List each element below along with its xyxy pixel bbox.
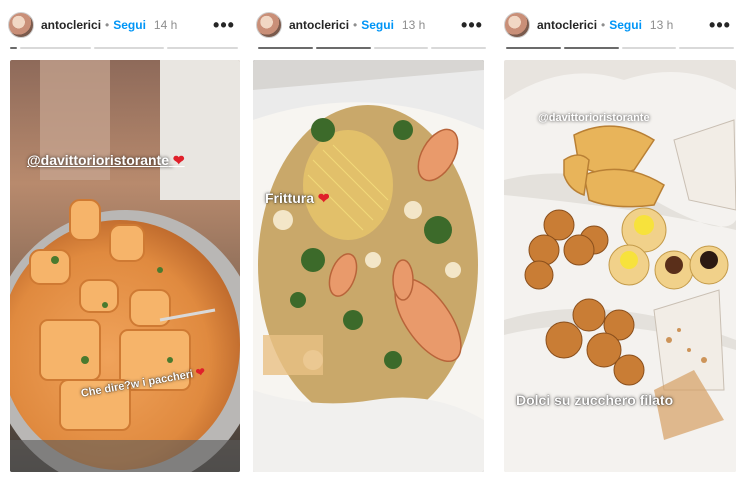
story-panel-3: antoclerici • Segui 13 h ••• @davittorio…: [496, 0, 740, 480]
timestamp: 13 h: [401, 18, 426, 32]
follow-button[interactable]: Segui: [609, 18, 642, 32]
more-options-icon[interactable]: •••: [212, 13, 236, 37]
story-progress-bar: [258, 47, 486, 49]
story-caption: Dolci su zucchero filato: [516, 392, 674, 408]
story-progress-bar: [10, 47, 239, 49]
progress-segment: [563, 47, 619, 49]
more-options-icon[interactable]: •••: [460, 13, 484, 37]
progress-segment: [315, 47, 371, 49]
progress-segment: [167, 47, 239, 49]
profile-avatar[interactable]: [504, 12, 530, 38]
progress-segment: [373, 47, 429, 49]
username[interactable]: antoclerici: [41, 18, 101, 32]
pasta-photo-illustration: [10, 60, 240, 472]
profile-avatar[interactable]: [8, 12, 34, 38]
progress-segment: [10, 47, 17, 49]
separator: •: [601, 18, 606, 32]
heart-emoji: ❤: [172, 152, 185, 168]
mention-tag[interactable]: @davittorioristorante ❤: [27, 152, 185, 169]
progress-segment: [621, 47, 677, 49]
progress-segment: [506, 47, 561, 49]
story-photo-pasta[interactable]: @davittorioristorante ❤ Che dire?w i pac…: [10, 60, 240, 472]
profile-avatar[interactable]: [256, 12, 282, 38]
story-photo-dolci[interactable]: @davittorioristorante Dolci su zucchero …: [504, 60, 736, 472]
story-header: antoclerici • Segui 13 h •••: [496, 0, 740, 50]
story-header: antoclerici • Segui 13 h •••: [248, 0, 492, 50]
progress-segment: [20, 47, 91, 49]
story-caption: Frittura ❤: [265, 190, 330, 207]
separator: •: [353, 18, 358, 32]
story-photo-frittura[interactable]: Frittura ❤: [253, 60, 484, 472]
fried-seafood-photo-illustration: [253, 60, 484, 472]
mention-text: @davittorioristorante: [27, 152, 170, 168]
follow-button[interactable]: Segui: [113, 18, 146, 32]
username[interactable]: antoclerici: [289, 18, 349, 32]
progress-segment: [679, 47, 734, 49]
heart-emoji: ❤: [317, 190, 330, 206]
story-header: antoclerici • Segui 14 h •••: [0, 0, 244, 50]
timestamp: 14 h: [153, 18, 178, 32]
separator: •: [105, 18, 110, 32]
more-options-icon[interactable]: •••: [708, 13, 732, 37]
caption-text: Frittura: [265, 190, 314, 206]
progress-segment: [431, 47, 486, 49]
progress-segment: [93, 47, 165, 49]
story-progress-bar: [506, 47, 734, 49]
progress-segment: [258, 47, 313, 49]
username[interactable]: antoclerici: [537, 18, 597, 32]
follow-button[interactable]: Segui: [361, 18, 394, 32]
mention-tag[interactable]: @davittorioristorante: [538, 112, 650, 124]
story-panel-1: antoclerici • Segui 14 h ••• @davittorio…: [0, 0, 244, 480]
heart-emoji: ❤: [194, 366, 207, 380]
timestamp: 13 h: [649, 18, 674, 32]
story-panel-2: antoclerici • Segui 13 h ••• Frittura ❤: [248, 0, 492, 480]
